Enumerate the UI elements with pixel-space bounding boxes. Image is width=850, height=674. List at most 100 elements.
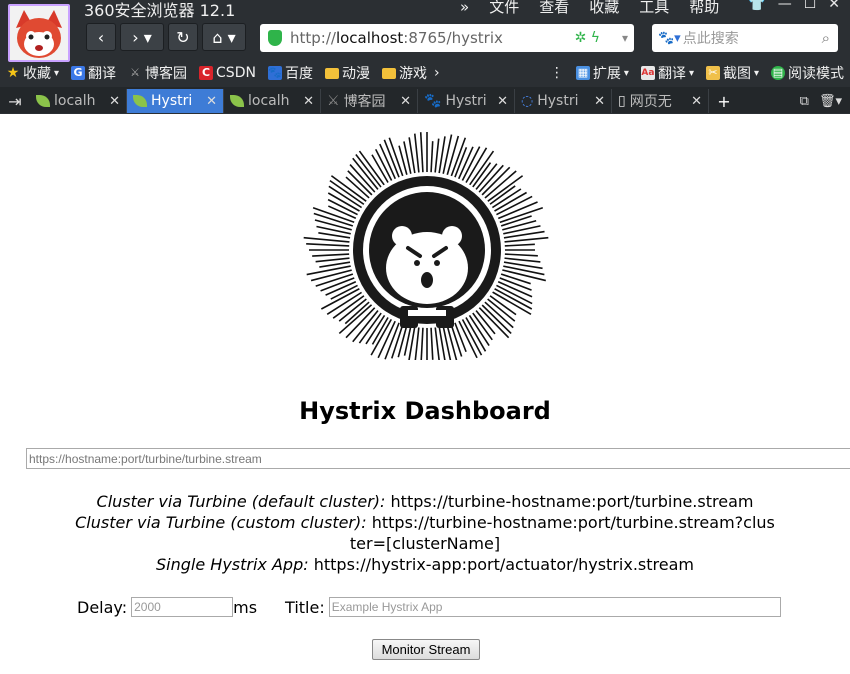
bookmark-anime[interactable]: 动漫 [319, 63, 376, 83]
folder-icon [324, 67, 339, 79]
menu-more-icon[interactable]: » [460, 0, 469, 16]
browser-menu: » 文件 查看 收藏 工具 帮助 [460, 0, 719, 17]
title-input[interactable] [328, 597, 781, 617]
minimize-button[interactable]: — [778, 0, 792, 12]
example-label: Cluster via Turbine (custom cluster): [75, 513, 367, 532]
bookmark-blog[interactable]: ⚔ 博客园 [122, 63, 193, 83]
browser-chrome: 360安全浏览器 12.1 » 文件 查看 收藏 工具 帮助 👕 — ☐ ✕ ‹… [0, 0, 850, 114]
menu-item-favorites[interactable]: 收藏 [589, 0, 619, 17]
screenshot-icon: ✂ [705, 66, 720, 80]
menu-item-view[interactable]: 查看 [539, 0, 569, 17]
browser-title: 360安全浏览器 12.1 [84, 1, 236, 20]
tab-item[interactable]: localh ✕ [30, 89, 127, 113]
close-tab-icon[interactable]: ✕ [303, 94, 314, 109]
nav-buttons: ‹ › ▾ ↻ ⌂ ▾ [86, 23, 246, 51]
hystrix-logo-icon [296, 120, 558, 368]
tab-label: localh [248, 93, 290, 109]
translate-icon: Aa [640, 66, 655, 80]
toolbar-label: 阅读模式 [788, 66, 844, 82]
toolbar-extensions[interactable]: ▦ 扩展 ▾ [570, 63, 635, 83]
example-value: https://turbine-hostname:port/turbine.st… [349, 513, 775, 553]
delay-label: Delay: [77, 597, 128, 617]
browser-avatar-icon[interactable] [8, 4, 70, 62]
bookmark-baidu[interactable]: 🐾 百度 [262, 63, 319, 83]
plus-icon: + [717, 91, 731, 111]
bookmarks-menu-icon[interactable]: ⋮ [544, 65, 570, 81]
close-tab-icon[interactable]: ✕ [206, 94, 217, 109]
secure-shield-icon [268, 30, 282, 46]
back-button[interactable]: ‹ [86, 23, 116, 51]
bookmark-csdn[interactable]: C CSDN [193, 65, 262, 81]
toolbar-screenshot[interactable]: ✂ 截图 ▾ [700, 63, 765, 83]
menu-item-help[interactable]: 帮助 [689, 0, 719, 17]
chevron-left-icon: ‹ [97, 27, 105, 47]
bookmark-label: 动漫 [341, 66, 370, 82]
tab-item-active[interactable]: Hystri ✕ [127, 89, 224, 113]
skin-icon[interactable]: 👕 [748, 0, 765, 12]
menu-item-tools[interactable]: 工具 [639, 0, 669, 17]
search-placeholder: 点此搜索 [682, 31, 739, 47]
extensions-icon: ▦ [575, 66, 590, 80]
monitor-stream-button[interactable]: Monitor Stream [372, 639, 480, 660]
leaf-icon [230, 95, 244, 107]
restore-tab-icon[interactable]: ⧉ [800, 94, 809, 109]
bookmark-favorites[interactable]: ★ 收藏 ▾ [0, 63, 65, 83]
tab-label: 博客园 [343, 94, 386, 110]
chevron-right-icon[interactable]: › [434, 65, 440, 81]
close-tab-icon[interactable]: ✕ [400, 94, 411, 109]
address-bar[interactable]: http://localhost:8765/hystrix ✲ ϟ ▾ [260, 24, 634, 52]
search-icon[interactable]: ⌕ [822, 29, 830, 47]
chevron-right-icon: › ▾ [132, 27, 152, 47]
tab-item[interactable]: 🐾 Hystri ✕ [418, 89, 515, 113]
close-tab-icon[interactable]: ✕ [691, 94, 702, 109]
leaf-icon [36, 95, 50, 107]
reload-button[interactable]: ↻ [168, 23, 198, 51]
address-prefix: http:// [290, 29, 336, 47]
tab-label: localh [54, 93, 96, 109]
leaf-icon [133, 95, 147, 107]
bookmark-label: 翻译 [88, 66, 117, 82]
tab-label: Hystri [151, 93, 193, 109]
toolbar-reader[interactable]: ▤ 阅读模式 [765, 63, 850, 83]
tab-sidebar-toggle-icon[interactable]: ⇥ [0, 89, 30, 113]
example-label: Cluster via Turbine (default cluster): [96, 492, 386, 511]
options-row: Delay: ms Title: [77, 597, 781, 617]
bookmark-label: 百度 [284, 66, 313, 82]
maximize-button[interactable]: ☐ [804, 0, 817, 12]
accelerate-icon[interactable]: ✲ ϟ [575, 30, 600, 46]
example-custom-cluster: Cluster via Turbine (custom cluster): ht… [0, 512, 850, 554]
home-button[interactable]: ⌂ ▾ [202, 23, 246, 51]
bookmark-translate[interactable]: G 翻译 [65, 63, 122, 83]
baidu-icon: 🐾 [267, 66, 282, 80]
tab-item[interactable]: ◌ Hystri ✕ [515, 89, 612, 113]
reload-icon: ↻ [176, 27, 190, 47]
new-tab-button[interactable]: + [709, 89, 739, 113]
toolbar-translate[interactable]: Aa 翻译 ▾ [635, 63, 700, 83]
delay-input[interactable] [131, 597, 234, 617]
window-controls: 👕 — ☐ ✕ [748, 0, 850, 12]
forward-button[interactable]: › ▾ [120, 23, 164, 51]
tab-label: 网页无 [629, 94, 672, 110]
title-label: Title: [285, 597, 325, 617]
bookmark-label: 收藏 [23, 66, 51, 82]
menu-item-file[interactable]: 文件 [489, 0, 519, 17]
tab-item[interactable]: ⚔ 博客园 ✕ [321, 89, 418, 113]
page-content: Hystrix Dashboard Cluster via Turbine (d… [0, 114, 850, 674]
example-label: Single Hystrix App: [156, 555, 309, 574]
trash-icon[interactable]: 🗑▾ [819, 94, 842, 109]
tab-item[interactable]: ▯ 网页无 ✕ [612, 89, 709, 113]
home-icon: ⌂ ▾ [212, 27, 236, 47]
baidu-search-icon[interactable]: 🐾▾ [658, 31, 681, 46]
close-tab-icon[interactable]: ✕ [109, 94, 120, 109]
close-window-button[interactable]: ✕ [828, 0, 840, 12]
example-value: https://hystrix-app:port/actuator/hystri… [313, 555, 694, 574]
address-dropdown-icon[interactable]: ▾ [622, 31, 628, 45]
baidu-icon: 🐾 [424, 93, 442, 109]
close-tab-icon[interactable]: ✕ [594, 94, 605, 109]
tab-item[interactable]: localh ✕ [224, 89, 321, 113]
stream-url-input[interactable] [26, 448, 850, 469]
search-box[interactable]: 🐾▾ 点此搜索 ⌕ [652, 24, 838, 52]
close-tab-icon[interactable]: ✕ [497, 94, 508, 109]
toolbar-label: 扩展 [592, 66, 621, 82]
bookmark-games[interactable]: 游戏 › [376, 63, 446, 83]
